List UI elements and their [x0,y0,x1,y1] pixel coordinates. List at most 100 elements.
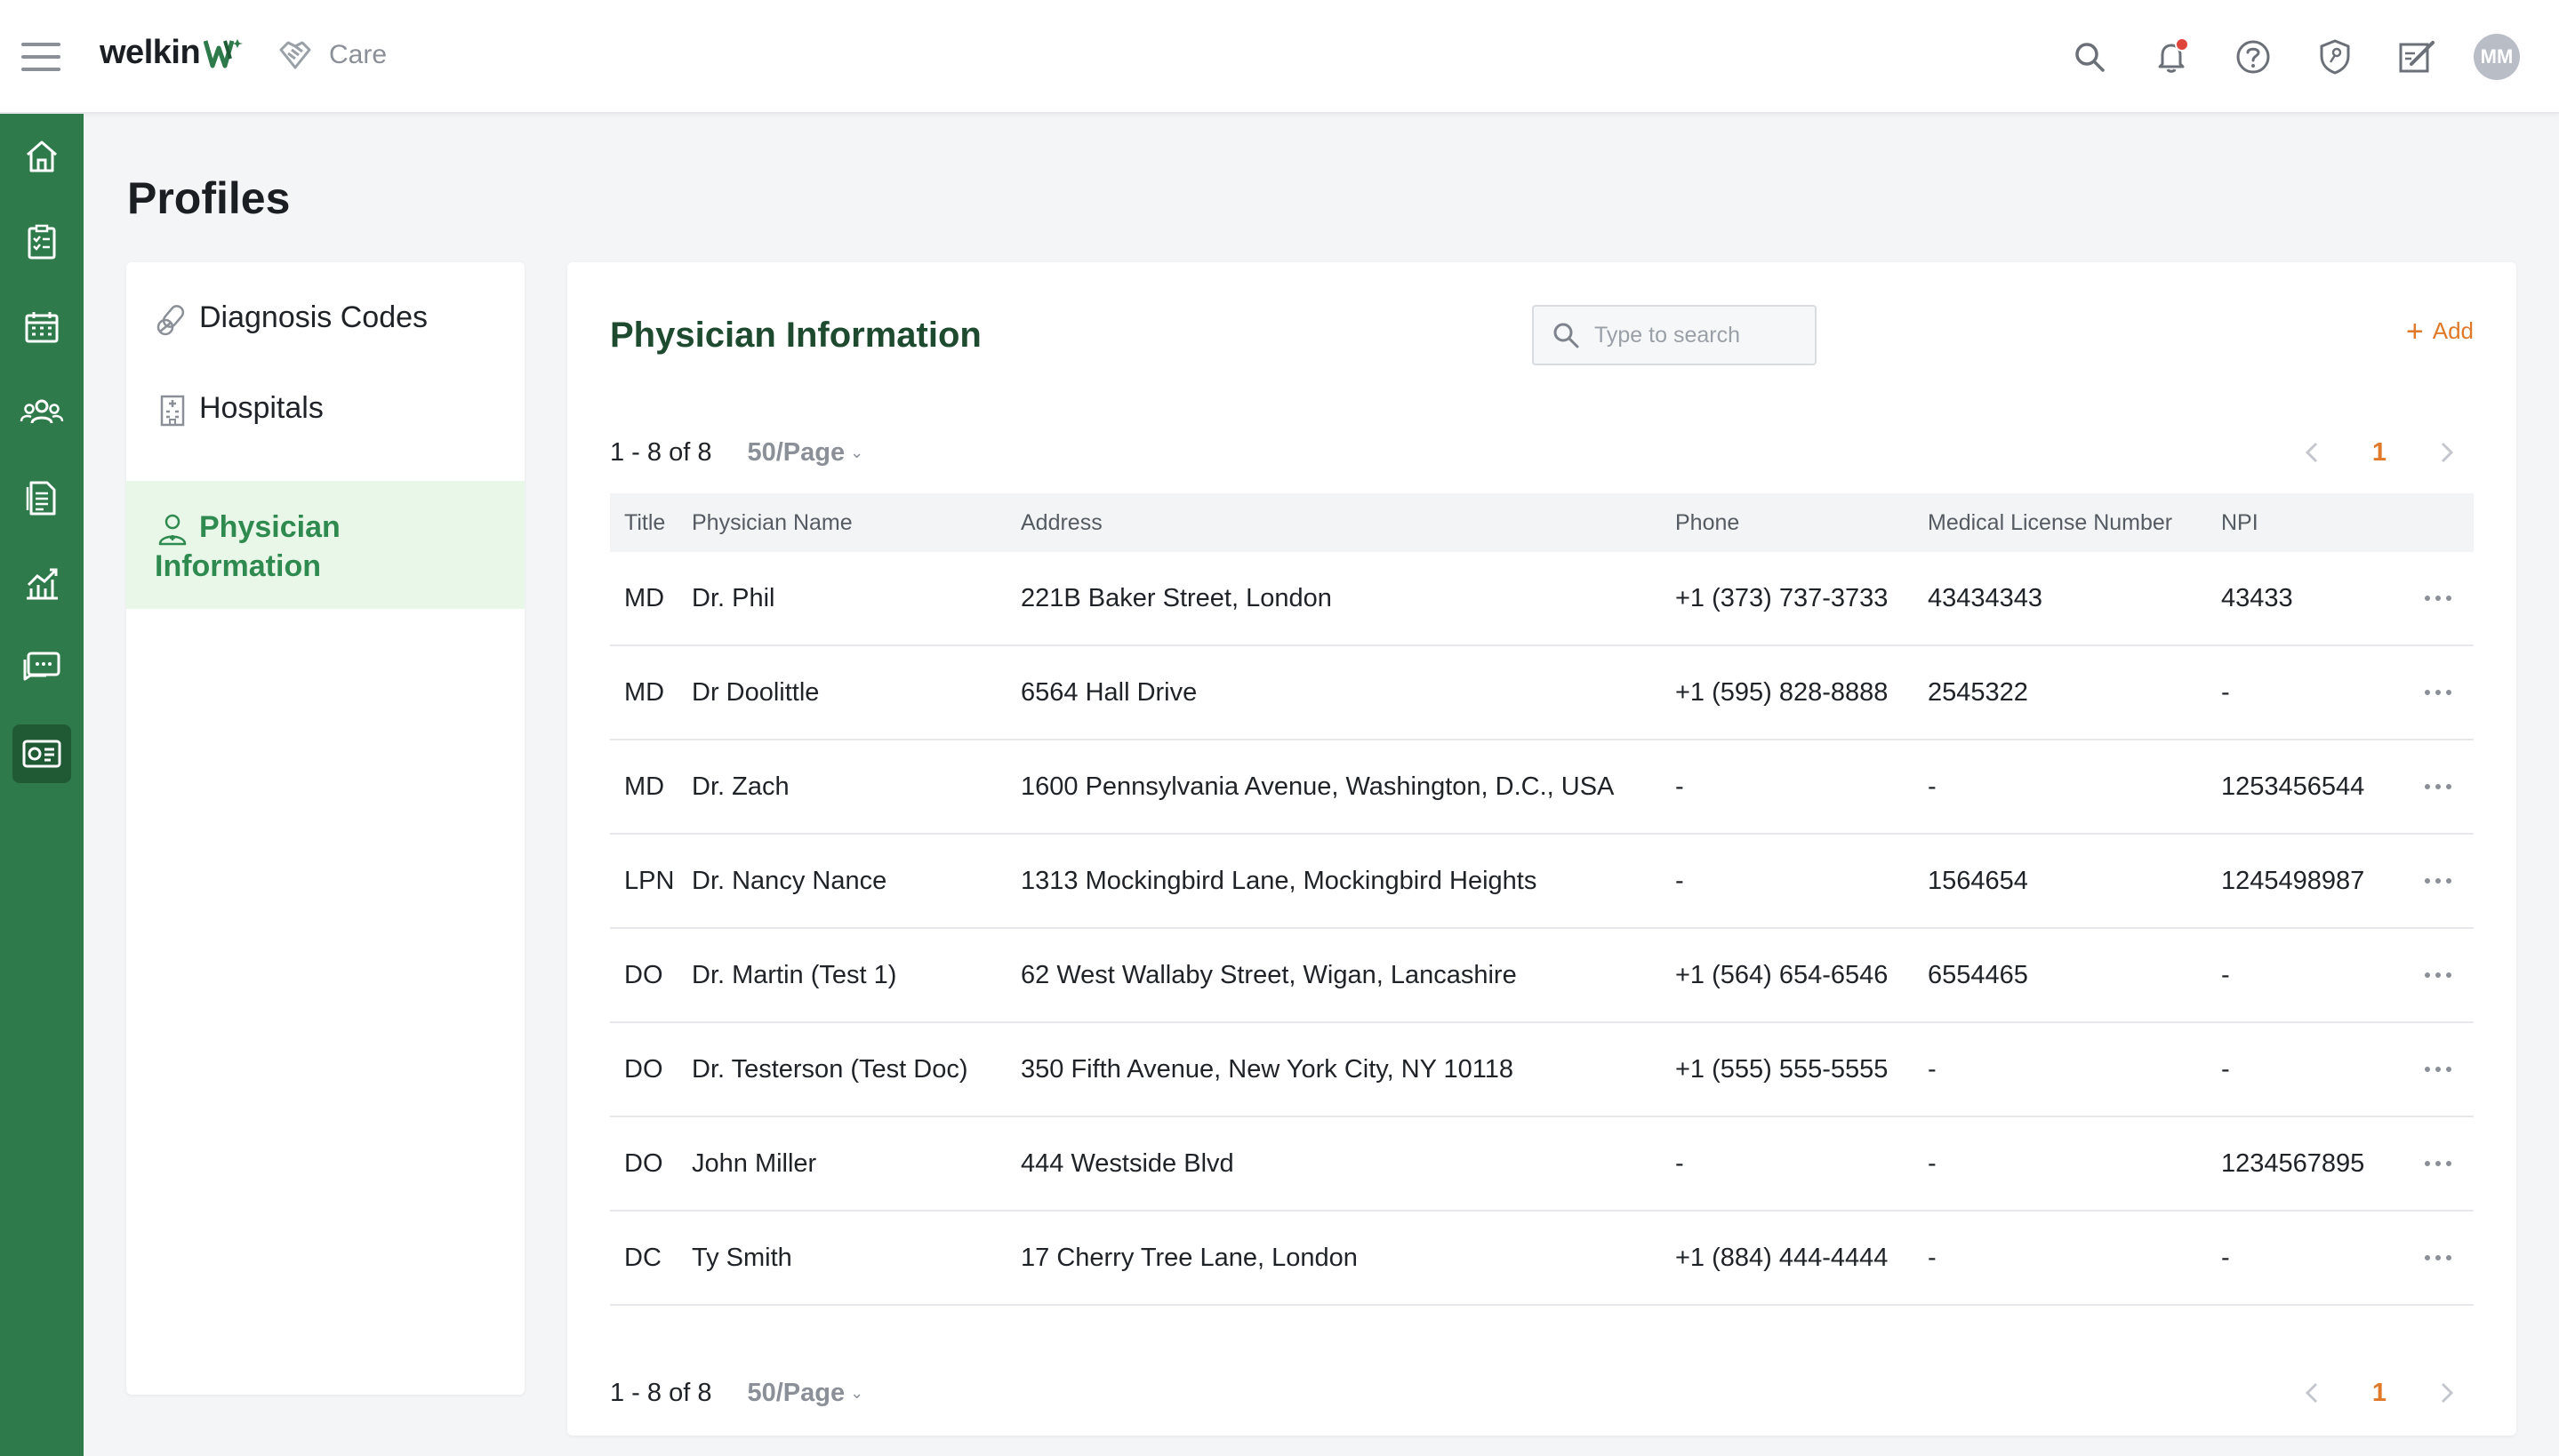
nav-label-block: Physician Information [155,508,341,586]
cell-address: 17 Cherry Tree Lane, London [1021,1243,1358,1272]
cell-npi: 1234567895 [2221,1148,2365,1178]
row-actions-more-icon[interactable] [2403,596,2474,601]
cell-npi: 1245498987 [2221,866,2365,895]
cell-address: 62 West Wallaby Street, Wigan, Lancashir… [1021,960,1517,989]
cell-npi: - [2221,1243,2230,1272]
cell-title: DO [624,960,663,989]
avatar[interactable]: MM [2474,34,2520,80]
patients-icon [20,399,64,424]
edit-form-icon[interactable] [2392,32,2442,82]
row-actions-more-icon[interactable] [2403,1255,2474,1260]
pager-count: 1 - 8 of 8 [610,1378,712,1407]
page-number[interactable]: 1 [2372,1379,2387,1408]
table-row[interactable]: DO Dr. Testerson (Test Doc) 350 Fifth Av… [610,1023,2474,1117]
cell-name: John Miller [692,1148,817,1178]
cell-npi: 1253456544 [2221,772,2365,801]
cell-title: LPN [624,866,675,895]
chevron-down-icon: ⌄ [850,443,864,461]
next-page-icon[interactable] [2429,435,2465,470]
tasks-icon [28,224,56,260]
cell-license: - [1928,1054,1937,1084]
page-size-select[interactable]: 50/Page ⌄ [747,438,863,468]
row-actions-more-icon[interactable] [2403,784,2474,789]
nav-item-diagnosis-codes[interactable]: Diagnosis Codes [126,298,525,388]
prev-page-icon[interactable] [2294,435,2330,470]
rail-item-patients[interactable] [0,370,84,455]
table-row[interactable]: DC Ty Smith 17 Cherry Tree Lane, London … [610,1212,2474,1306]
column-header-license: Medical License Number [1928,509,2173,535]
table-row[interactable]: DO John Miller 444 Westside Blvd - - 123… [610,1117,2474,1212]
cell-phone: +1 (884) 444-4444 [1675,1243,1889,1272]
cell-address: 1313 Mockingbird Lane, Mockingbird Heigh… [1021,866,1537,895]
cell-title: DO [624,1054,663,1084]
bell-icon[interactable] [2146,32,2196,82]
help-icon[interactable] [2228,32,2278,82]
cell-address: 350 Fifth Avenue, New York City, NY 1011… [1021,1054,1514,1084]
nav-label-line1: Physician [199,510,341,544]
cell-license: - [1928,1243,1937,1272]
security-shield-icon[interactable] [2310,32,2360,82]
cell-license: - [1928,1148,1937,1178]
cell-npi: - [2221,677,2230,707]
nav-item-physician-information[interactable]: Physician Information [126,481,525,609]
nav-label: Hospitals [199,391,324,425]
rail-item-calendar[interactable] [0,284,84,370]
next-page-icon[interactable] [2429,1375,2465,1411]
cell-address: 444 Westside Blvd [1021,1148,1234,1178]
rail-item-messages[interactable] [0,626,84,711]
column-header-name: Physician Name [692,509,853,535]
calendar-icon [25,312,59,343]
row-actions-more-icon[interactable] [2403,878,2474,884]
cell-title: MD [624,677,665,707]
table-row[interactable]: MD Dr. Phil 221B Baker Street, London +1… [610,552,2474,646]
profiles-nav: Diagnosis Codes Hospitals Physician Info… [126,262,525,1395]
prev-page-icon[interactable] [2294,1375,2330,1411]
page-number[interactable]: 1 [2372,438,2387,468]
row-actions-more-icon[interactable] [2403,1161,2474,1166]
nav-item-hospitals[interactable]: Hospitals [126,388,525,479]
page-title: Profiles [127,173,291,223]
table-row[interactable]: MD Dr. Zach 1600 Pennsylvania Avenue, Wa… [610,740,2474,835]
rail-item-documents[interactable] [0,455,84,540]
documents-icon [26,481,56,516]
chevron-down-icon: ⌄ [850,1383,864,1402]
pager-count: 1 - 8 of 8 [610,437,712,467]
card-title: Physician Information [610,316,982,355]
welkin-logo[interactable]: welkin [100,34,245,72]
pager-top: 1 - 8 of 8 50/Page ⌄ 1 [610,430,2474,475]
table-row[interactable]: MD Dr Doolittle 6564 Hall Drive +1 (595)… [610,646,2474,740]
cell-name: Dr. Testerson (Test Doc) [692,1054,968,1084]
nav-label-line2: Information [155,549,321,583]
table-row[interactable]: DO Dr. Martin (Test 1) 62 West Wallaby S… [610,929,2474,1023]
page-size-select[interactable]: 50/Page ⌄ [747,1379,863,1408]
rail-item-profiles[interactable] [0,711,84,796]
rail-item-analytics[interactable] [0,540,84,626]
app-switcher[interactable]: Care [276,37,387,73]
search-icon[interactable] [2065,32,2114,82]
left-rail [0,114,84,1456]
table-row[interactable]: LPN Dr. Nancy Nance 1313 Mockingbird Lan… [610,835,2474,929]
hamburger-menu-icon[interactable] [21,43,60,73]
cell-name: Dr Doolittle [692,677,820,707]
column-header-address: Address [1021,509,1103,535]
row-actions-more-icon[interactable] [2403,1067,2474,1072]
analytics-icon [27,568,58,600]
row-actions-more-icon[interactable] [2403,690,2474,695]
rail-item-home[interactable] [0,114,84,199]
rail-item-tasks[interactable] [0,199,84,284]
cell-address: 221B Baker Street, London [1021,583,1332,612]
search-input[interactable] [1594,322,1799,348]
cell-npi: - [2221,960,2230,989]
cell-phone: - [1675,866,1684,895]
pager-bottom: 1 - 8 of 8 50/Page ⌄ 1 [610,1371,2474,1415]
nav-label: Diagnosis Codes [199,300,429,334]
logo-text: welkin [100,34,201,71]
table-header: Title Physician Name Address Phone Medic… [610,493,2474,552]
add-button[interactable]: + Add [2405,314,2474,348]
cell-npi: 43433 [2221,583,2293,612]
plus-icon: + [2405,314,2424,348]
cell-phone: +1 (373) 737-3733 [1675,583,1889,612]
profiles-icon [22,740,61,768]
home-icon [27,140,57,172]
row-actions-more-icon[interactable] [2403,972,2474,978]
